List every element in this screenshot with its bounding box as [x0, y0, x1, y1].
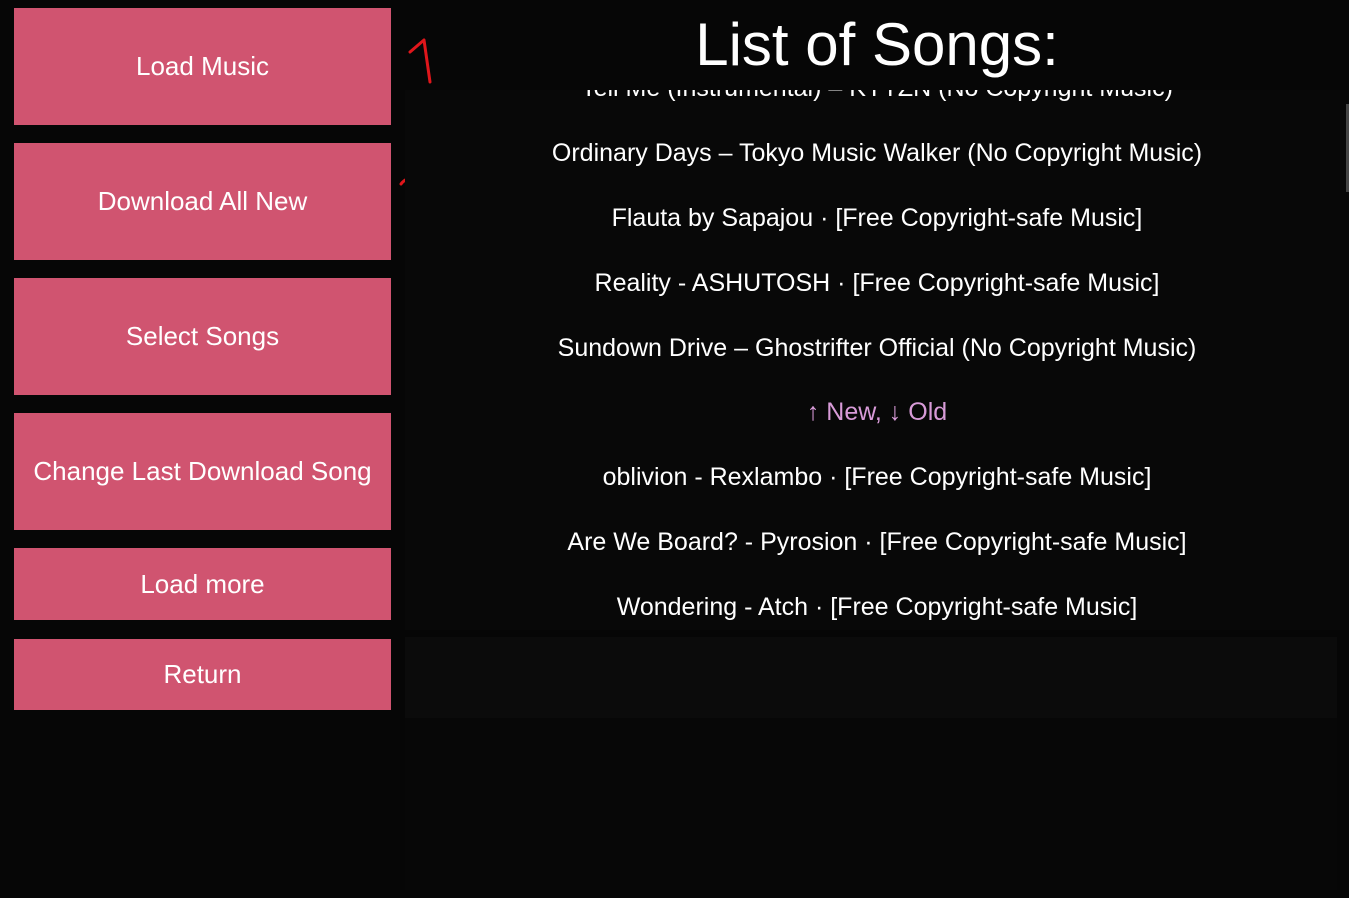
- page-title: List of Songs:: [695, 11, 1059, 78]
- song-item[interactable]: Wondering - Atch · [Free Copyright-safe …: [405, 592, 1349, 622]
- return-button[interactable]: Return: [14, 639, 391, 710]
- load-music-button[interactable]: Load Music: [14, 8, 391, 125]
- song-item[interactable]: Are We Board? - Pyrosion · [Free Copyrig…: [405, 527, 1349, 557]
- select-songs-button[interactable]: Select Songs: [14, 278, 391, 395]
- song-item[interactable]: Ordinary Days – Tokyo Music Walker (No C…: [405, 138, 1349, 168]
- status-panel: [405, 637, 1337, 718]
- change-last-download-song-button[interactable]: Change Last Download Song: [14, 413, 391, 530]
- song-item[interactable]: Tell Me (Instrumental) – KYTZN (No Copyr…: [405, 90, 1349, 103]
- song-item[interactable]: Sundown Drive – Ghostrifter Official (No…: [405, 333, 1349, 363]
- new-old-divider: ↑ New, ↓ Old: [806, 398, 948, 426]
- download-all-new-button[interactable]: Download All New: [14, 143, 391, 260]
- song-item[interactable]: Flauta by Sapajou · [Free Copyright-safe…: [405, 203, 1349, 233]
- song-item[interactable]: Reality - ASHUTOSH · [Free Copyright-saf…: [405, 268, 1349, 298]
- music-manager-window: Load Music Download All New Select Songs…: [0, 0, 1349, 898]
- song-list[interactable]: Tell Me (Instrumental) – KYTZN (No Copyr…: [405, 90, 1349, 630]
- song-item[interactable]: oblivion - Rexlambo · [Free Copyright-sa…: [405, 462, 1349, 492]
- load-more-button[interactable]: Load more: [14, 548, 391, 620]
- bottom-panel: [405, 718, 1337, 890]
